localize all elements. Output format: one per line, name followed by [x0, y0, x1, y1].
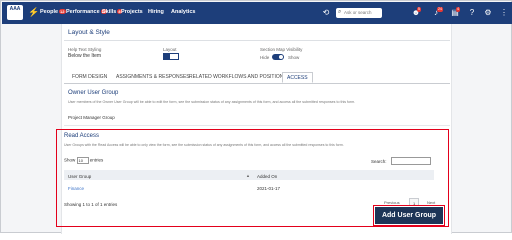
pager-next[interactable]: Next — [424, 198, 438, 206]
section-title: Layout & Style — [68, 29, 110, 36]
visibility-hide-label: Hide — [260, 55, 270, 60]
sort-icon[interactable]: ▲ — [246, 173, 250, 178]
global-search-input[interactable]: ⌕ Ask or search — [336, 8, 382, 18]
nav-item-projects[interactable]: Projects — [121, 9, 143, 15]
owner-group-description: User members of the Owner User Group wil… — [68, 100, 356, 104]
nav-item-hiring[interactable]: Hiring — [148, 9, 164, 15]
people-icon[interactable]: ☻ 5 — [410, 7, 422, 18]
help-text-select[interactable]: Below the Item — [68, 53, 101, 59]
tab-related-workflows[interactable]: RELATED WORKFLOWS AND POSITIONS — [185, 72, 291, 83]
nav-item-skills[interactable]: Skills 8 — [102, 9, 122, 15]
add-user-group-button[interactable]: Add User Group — [373, 205, 445, 226]
bolt-icon[interactable]: ⚡ — [28, 7, 39, 18]
search-placeholder: Ask or search — [344, 10, 372, 15]
user-group-link[interactable]: Finance — [68, 186, 84, 191]
visibility-toggle[interactable] — [272, 54, 284, 60]
icon-badge: 5 — [417, 7, 421, 12]
nav-item-performance[interactable]: Performance 17 — [66, 9, 108, 15]
logo[interactable]: AAA — [7, 5, 23, 20]
help-text-label: Help Text Styling — [68, 47, 102, 52]
calendar-icon[interactable]: ▤ 4 — [449, 7, 461, 18]
read-access-title: Read Access — [64, 133, 100, 139]
top-nav: AAA ⚡ People 12 Performance 17 Skills 8 Pro… — [2, 2, 512, 24]
grid-menu-icon[interactable]: ⋮ — [498, 7, 510, 18]
show-label: Show — [64, 157, 76, 163]
gear-icon[interactable]: ⚙ — [482, 7, 494, 18]
added-on-cell: 2021-01-17 — [257, 186, 281, 191]
divider — [64, 125, 450, 126]
owner-group-value: Project Manager Group — [68, 115, 115, 120]
bell-icon[interactable]: ♪ 24 — [430, 7, 443, 18]
table-info: Showing 1 to 1 of 1 entries — [64, 202, 118, 207]
nav-label: People — [40, 9, 59, 15]
layout-icon[interactable] — [163, 53, 179, 60]
pager-page-1[interactable]: 1 — [409, 198, 420, 206]
nav-badge: 12 — [59, 9, 66, 14]
entries-length-control: Show 10 entries — [64, 157, 103, 164]
read-access-description: User Groups with the Read Access will be… — [64, 143, 344, 147]
column-header-user-group[interactable]: User Group — [68, 174, 91, 179]
icon-badge: 4 — [456, 7, 460, 12]
history-icon[interactable]: ⟲ — [320, 7, 332, 18]
tab-assignments[interactable]: ASSIGNMENTS & RESPONSES — [112, 72, 194, 83]
owner-group-title: Owner User Group — [68, 90, 119, 96]
nav-label: Performance — [66, 9, 100, 15]
pager-previous[interactable]: Previous — [381, 198, 403, 206]
table-row — [64, 183, 434, 193]
column-header-added-on[interactable]: Added On — [257, 174, 277, 179]
table-search-input[interactable] — [391, 157, 431, 165]
nav-label: Skills — [102, 9, 117, 15]
help-icon[interactable]: ? — [466, 7, 478, 18]
app-window: AAA ⚡ People 12 Performance 17 Skills 8 Pro… — [0, 0, 512, 234]
visibility-show-label: Show — [288, 55, 300, 60]
table-search-label: Search: — [371, 159, 387, 164]
nav-item-analytics[interactable]: Analytics — [171, 9, 195, 15]
visibility-label: Section Map Visibility — [260, 47, 303, 52]
nav-item-people[interactable]: People 12 — [40, 9, 66, 15]
tab-access[interactable]: ACCESS — [282, 72, 313, 83]
tab-underline — [64, 83, 450, 84]
divider — [64, 40, 450, 41]
search-icon: ⌕ — [338, 9, 342, 15]
entries-label: entries — [89, 157, 104, 163]
layout-label: Layout — [163, 47, 177, 52]
tab-form-design[interactable]: FORM DESIGN — [68, 72, 111, 83]
entries-select[interactable]: 10 — [76, 157, 89, 164]
icon-badge: 24 — [437, 7, 443, 12]
